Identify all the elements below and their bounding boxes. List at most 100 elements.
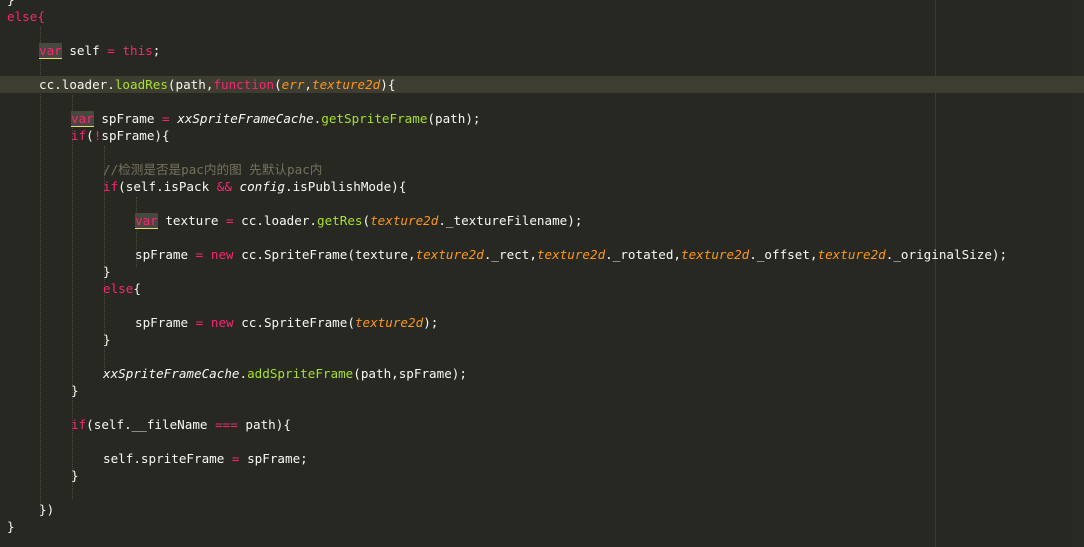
- code-token: this: [122, 43, 153, 58]
- code-line: }: [0, 467, 1084, 484]
- code-token: else{: [7, 9, 45, 24]
- code-token: else: [103, 281, 134, 296]
- code-token: var: [71, 111, 94, 127]
- code-token: }): [39, 502, 55, 517]
- code-token: getRes: [317, 213, 363, 228]
- indent-guide: [72, 95, 73, 499]
- code-token: loadRes: [114, 77, 168, 92]
- code-token: if: [71, 128, 87, 143]
- code-token: self: [61, 43, 108, 58]
- code-token: texture2d: [536, 247, 606, 262]
- code-token: ===: [215, 417, 238, 432]
- code-line: //检测是否是pac内的图 先默认pac内: [0, 161, 1084, 178]
- code-token: =: [231, 451, 240, 466]
- code-token: (path,: [167, 77, 214, 92]
- code-token: if: [103, 179, 119, 194]
- code-token: =: [162, 111, 170, 126]
- code-token: cc.loader.: [39, 77, 115, 92]
- code-line: }: [0, 331, 1084, 348]
- code-token: xxSpriteFrameCache: [177, 111, 314, 126]
- code-token: );: [423, 315, 439, 330]
- code-token: }: [71, 468, 79, 483]
- code-token: texture2d: [415, 247, 484, 262]
- code-token: ._originalSize);: [885, 247, 1008, 262]
- code-line: if(self.__fileName === path){: [0, 416, 1084, 433]
- code-token: spFrame: [93, 111, 162, 126]
- code-line: }: [0, 263, 1084, 280]
- code-token: config: [239, 179, 286, 194]
- code-line: }): [0, 501, 1084, 518]
- code-token: }: [7, 519, 15, 534]
- code-token: }: [103, 332, 111, 347]
- code-token: ;: [152, 43, 161, 58]
- code-token: texture2d: [817, 247, 886, 262]
- code-token: new: [210, 315, 234, 330]
- code-token: =: [226, 213, 234, 228]
- code-token: cc.SpriteFrame(texture,: [233, 247, 416, 262]
- code-token: self.spriteFrame: [103, 451, 232, 466]
- code-token: (: [86, 128, 94, 143]
- code-token: (self.isPack: [118, 179, 217, 194]
- code-token: addSpriteFrame: [247, 366, 354, 381]
- code-token: getSpriteFrame: [321, 111, 428, 126]
- code-token: texture2d: [681, 247, 750, 262]
- code-line: var self = this;: [0, 42, 1084, 59]
- code-line: else{: [0, 280, 1084, 297]
- code-token: {: [133, 281, 141, 296]
- code-line-current: cc.loader.loadRes(path,function(err,text…: [0, 76, 1084, 93]
- code-token: }: [7, 0, 15, 7]
- code-line: }: [0, 382, 1084, 399]
- code-token: spFrame;: [239, 451, 308, 466]
- code-token: cc.loader.: [233, 213, 317, 228]
- code-token: (: [274, 77, 282, 92]
- code-token: spFrame: [135, 247, 196, 262]
- code-token: &&: [216, 179, 232, 194]
- code-editor[interactable]: } else{ var self = this; cc.loader.loadR…: [0, 0, 1084, 547]
- code-token: (self.__fileName: [86, 417, 216, 432]
- code-token: err: [281, 77, 305, 92]
- code-line: xxSpriteFrameCache.addSpriteFrame(path,s…: [0, 365, 1084, 382]
- code-line: }: [0, 0, 1084, 8]
- code-token: ._textureFilename);: [438, 213, 583, 228]
- code-line: spFrame = new cc.SpriteFrame(texture,tex…: [0, 246, 1084, 263]
- code-token: =: [107, 43, 115, 58]
- code-token: function: [213, 77, 275, 92]
- code-token: xxSpriteFrameCache: [103, 366, 240, 381]
- code-token: new: [210, 247, 234, 262]
- code-line: if(self.isPack && config.isPublishMode){: [0, 178, 1084, 195]
- code-token: (path,spFrame);: [353, 366, 467, 381]
- code-token: }: [71, 383, 79, 398]
- code-line: var spFrame = xxSpriteFrameCache.getSpri…: [0, 110, 1084, 127]
- code-token: texture: [157, 213, 226, 228]
- code-token: texture2d: [354, 315, 424, 330]
- code-line: var texture = cc.loader.getRes(texture2d…: [0, 212, 1084, 229]
- code-token: path){: [237, 417, 291, 432]
- code-token: var: [135, 213, 158, 229]
- code-token: (path);: [427, 111, 481, 126]
- code-token: ,: [304, 77, 313, 92]
- code-token: texture2d: [312, 77, 381, 92]
- code-token: }: [103, 264, 111, 279]
- code-token: ){: [380, 77, 396, 92]
- code-token: (: [362, 213, 371, 228]
- code-token: .: [239, 366, 248, 381]
- code-token: ._offset,: [749, 247, 818, 262]
- code-token: texture2d: [370, 213, 439, 228]
- code-line: else{: [0, 8, 1084, 25]
- code-token: ._rect,: [483, 247, 537, 262]
- code-comment: //检测是否是pac内的图 先默认pac内: [103, 162, 323, 177]
- code-line: }: [0, 518, 1084, 535]
- code-token: if: [71, 417, 87, 432]
- code-line: spFrame = new cc.SpriteFrame(texture2d);: [0, 314, 1084, 331]
- code-token: var: [39, 43, 62, 59]
- code-token: spFrame){: [101, 128, 170, 143]
- code-token: spFrame: [135, 315, 196, 330]
- code-line: if(!spFrame){: [0, 127, 1084, 144]
- code-token: .isPublishMode){: [285, 179, 407, 194]
- code-line: self.spriteFrame = spFrame;: [0, 450, 1084, 467]
- code-token: ._rotated,: [605, 247, 681, 262]
- code-token: cc.SpriteFrame(: [233, 315, 355, 330]
